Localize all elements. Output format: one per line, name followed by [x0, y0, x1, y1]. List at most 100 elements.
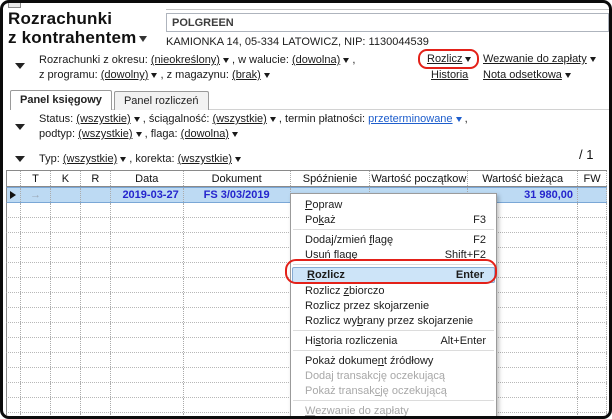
menu-item-label: Pokaż dokument źródłowy [305, 354, 434, 367]
cell-empty [7, 233, 21, 247]
filter-value-dowolny[interactable]: (dowolny) [101, 69, 158, 81]
filter-value-wszystkie[interactable]: (wszystkie) [62, 153, 127, 165]
column-header-K[interactable]: K [51, 171, 81, 186]
column-header-Dokument[interactable]: Dokument [184, 171, 291, 186]
menu-item-historia-rozliczenia[interactable]: Historia rozliczenia Alt+Enter [291, 333, 496, 348]
cell-empty [184, 383, 291, 397]
cell-empty [578, 353, 607, 367]
cell-empty [81, 413, 111, 416]
filter-label-text: , z magazynu: [157, 69, 233, 81]
contractor-name-field[interactable]: POLGREEN [166, 13, 609, 32]
filter-line-status: Status: (wszystkie) , ściągalność: (wszy… [39, 113, 468, 125]
cell-empty [184, 248, 291, 262]
red-annotation-rozlicz-menu-item [285, 259, 497, 284]
cell-K [51, 188, 81, 202]
chevron-down-icon [589, 56, 596, 62]
panel-tabbar: Panel księgowy Panel rozliczeń [10, 90, 609, 110]
menu-item-shortcut: F2 [473, 233, 486, 246]
historia-link[interactable]: Historia [431, 69, 468, 81]
filter-value-wszystkie[interactable]: (wszystkie) [178, 153, 241, 165]
cell-empty [578, 233, 607, 247]
column-header-T[interactable]: T [21, 171, 51, 186]
wezwanie-do-zaplaty-link[interactable]: Wezwanie do zapłaty [483, 53, 596, 65]
page-title[interactable]: Rozrachunki z kontrahentem [8, 9, 148, 47]
cell-empty [51, 383, 81, 397]
menu-item-pokaż[interactable]: Pokaż F3 [291, 212, 496, 227]
nota-odsetkowa-link[interactable]: Nota odsetkowa [483, 69, 571, 81]
column-header-marker[interactable] [7, 171, 21, 186]
tab-panel-księgowy[interactable]: Panel księgowy [10, 90, 112, 110]
tab-panel-rozliczeń[interactable]: Panel rozliczeń [113, 91, 209, 110]
cell-empty [111, 233, 184, 247]
title-dropdown-icon[interactable] [139, 35, 148, 42]
column-header-R[interactable]: R [81, 171, 111, 186]
column-header-Spóźnienie[interactable]: Spóźnienie [291, 171, 371, 186]
menu-item-rozlicz-wybrany-przez-skojarzenie[interactable]: Rozlicz wybrany przez skojarzenie [291, 313, 496, 328]
cell-empty [21, 233, 51, 247]
filter-label-text: Status: [39, 113, 77, 125]
cell-empty [51, 398, 81, 412]
cell-empty [578, 338, 607, 352]
menu-item-rozlicz-przez-skojarzenie[interactable]: Rozlicz przez skojarzenie [291, 298, 496, 313]
menu-item-label: Dodaj transakcję oczekującą [305, 369, 446, 382]
collapse-filter-group2-icon[interactable] [15, 124, 25, 130]
filter-label-text: podtyp: [39, 128, 79, 140]
filter-label-text: , w walucie: [228, 54, 292, 66]
cell-empty [184, 278, 291, 292]
filter-value-label: (brak) [232, 69, 261, 81]
menu-item-dodaj-zmień-flagę[interactable]: Dodaj/zmień flagę F2 [291, 232, 496, 247]
menu-item-label: Rozlicz przez skojarzenie [305, 299, 430, 312]
menu-item-shortcut: Alt+Enter [440, 334, 486, 347]
cell-empty [7, 308, 21, 322]
cell-empty [578, 398, 607, 412]
cell-empty [7, 368, 21, 382]
cell-empty [51, 263, 81, 277]
column-header-Data[interactable]: Data [111, 171, 184, 186]
filter-value-dowolna[interactable]: (dowolna) [181, 128, 238, 140]
filter-value-wszystkie[interactable]: (wszystkie) [212, 113, 276, 125]
column-header-FW[interactable]: FW [578, 171, 607, 186]
column-header-Wartość początkow[interactable]: Wartość początkow [370, 171, 469, 186]
cell-Data: 2019-03-27 [111, 188, 184, 202]
filter-value-label: (wszystkie) [177, 153, 232, 165]
filter-value-nieokreślony[interactable]: (nieokreślony) [151, 54, 229, 66]
filter-value-label: (wszystkie) [76, 113, 131, 125]
filter-value-przeterminowane[interactable]: przeterminowane [368, 113, 462, 125]
cell-empty [81, 368, 111, 382]
cell-empty [81, 263, 111, 277]
filter-value-wszystkie[interactable]: (wszystkie) [78, 128, 142, 140]
collapse-filter-group1-icon[interactable] [15, 63, 25, 69]
filter-value-label: (wszystkie) [62, 153, 118, 165]
filter-value-brak[interactable]: (brak) [232, 69, 270, 81]
filter-value-label: (dowolny) [100, 69, 149, 81]
menu-item-shortcut: F3 [473, 213, 486, 226]
cell-empty [21, 383, 51, 397]
cell-empty [51, 278, 81, 292]
cell-empty [21, 278, 51, 292]
cell-empty [111, 338, 184, 352]
menu-item-popraw[interactable]: Popraw [291, 197, 496, 212]
menu-item-label: Popraw [305, 198, 343, 211]
cell-empty [51, 248, 81, 262]
filter-value-label: (wszystkie) [212, 113, 267, 125]
menu-item-pokaż-dokument-źródłowy[interactable]: Pokaż dokument źródłowy [291, 353, 496, 368]
cell-empty [111, 293, 184, 307]
menu-item-rozlicz-zbiorczo[interactable]: Rozlicz zbiorczo [291, 283, 496, 298]
cell-empty [51, 338, 81, 352]
collapse-filter-group3-icon[interactable] [15, 156, 25, 162]
table-header-row[interactable]: T K R Data Dokument Spóźnienie Wartość początk… [6, 170, 607, 187]
cell-empty [51, 233, 81, 247]
column-header-Wartość bieżąca[interactable]: Wartość bieżąca [468, 171, 579, 186]
cell-marker [7, 188, 21, 202]
filter-value-dowolna[interactable]: (dowolna) [292, 54, 350, 66]
page-title-line2: z kontrahentem [8, 28, 148, 47]
filter-value-wszystkie[interactable]: (wszystkie) [76, 113, 140, 125]
cell-empty [81, 248, 111, 262]
cell-empty [184, 218, 291, 232]
cell-empty [81, 338, 111, 352]
cell-empty [111, 353, 184, 367]
cell-empty [578, 203, 607, 217]
cell-empty [184, 263, 291, 277]
filter-label-text: , [349, 54, 356, 66]
chevron-down-icon [234, 156, 241, 162]
